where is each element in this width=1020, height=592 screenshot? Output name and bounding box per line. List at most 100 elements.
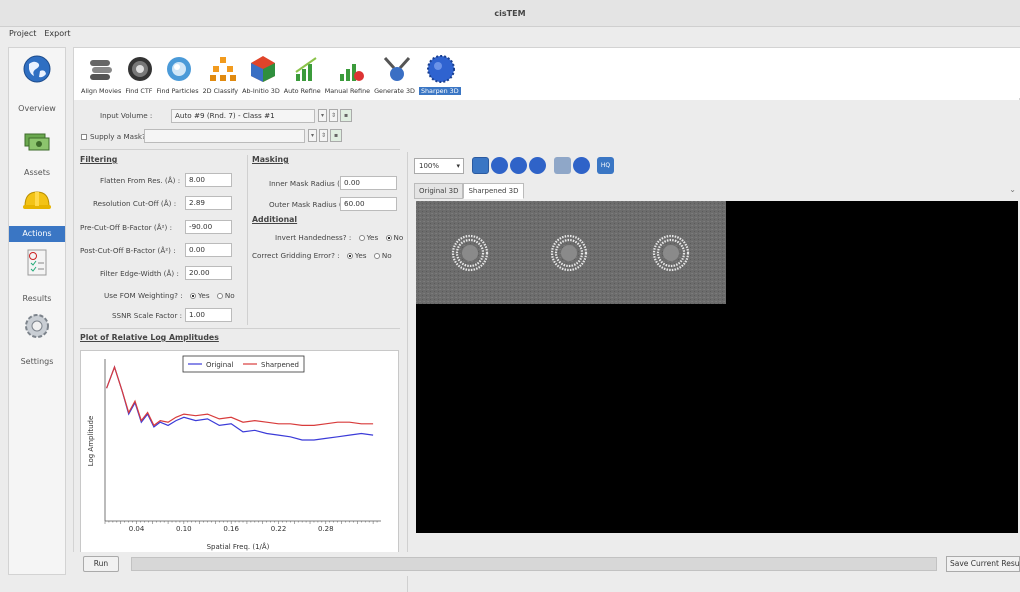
post-bfactor-label: Post-Cut-Off B-Factor (Å²) : (80, 246, 176, 255)
input-volume-label: Input Volume : (100, 111, 153, 120)
divider (80, 149, 400, 150)
invert-contrast-icon[interactable] (573, 157, 590, 174)
ab-initio-3d-icon[interactable] (248, 54, 278, 84)
hq-icon[interactable]: HQ (597, 157, 614, 174)
chevron-down-icon: ▾ (456, 162, 460, 170)
x-tick-label: 0.22 (271, 525, 287, 533)
amplitude-plot: 0.04 0.10 0.16 0.22 0.28 Spatial Freq. (1/Å)… (80, 350, 399, 576)
find-particles-icon[interactable] (164, 54, 194, 84)
series-line-original (106, 365, 374, 441)
tool-find-ctf[interactable]: Find CTF (125, 87, 152, 95)
overview-icon (23, 55, 51, 83)
action-toolbar: Align Movies Find CTF Find Particles 2D Cla… (74, 48, 1020, 98)
pre-bfactor-input[interactable]: -90.00 (185, 220, 232, 234)
menu-export[interactable]: Export (44, 27, 70, 43)
mask-open-icon[interactable]: ▪ (330, 129, 342, 142)
zoom-out-icon[interactable] (491, 157, 508, 174)
gridding-yes-label: Yes (354, 251, 367, 260)
zoom-select[interactable]: 100% ▾ (414, 158, 464, 174)
mask-dropdown[interactable]: ▾ (308, 129, 317, 142)
generate-3d-icon[interactable] (382, 54, 412, 84)
zoom-in-icon[interactable] (472, 157, 489, 174)
fom-yes-radio[interactable] (189, 293, 196, 299)
auto-refine-icon[interactable] (292, 54, 322, 84)
menu-project[interactable]: Project (9, 27, 36, 43)
input-volume-spin[interactable]: ⇕ (329, 109, 338, 122)
post-bfactor-input[interactable]: 0.00 (185, 243, 232, 257)
save-result-button[interactable]: Save Current Result (946, 556, 1020, 572)
tool-labels: Align Movies Find CTF Find Particles 2D Cla… (81, 87, 465, 98)
input-volume-open-icon[interactable]: ▪ (340, 109, 352, 122)
assets-icon (24, 133, 50, 151)
actions-icon (23, 191, 51, 209)
input-volume-select[interactable]: Auto #9 (Rnd. 7) - Class #1 (171, 109, 315, 123)
outer-mask-input[interactable]: 60.00 (340, 197, 397, 211)
divider (80, 328, 400, 329)
histogram-icon[interactable] (554, 157, 571, 174)
gridding-no-radio[interactable] (373, 253, 380, 259)
inner-mask-input[interactable]: 0.00 (340, 176, 397, 190)
next-icon[interactable] (529, 157, 546, 174)
chart-legend: Original Sharpened (182, 355, 305, 373)
gridding-yes-radio[interactable] (346, 253, 353, 259)
invert-no-radio[interactable] (385, 235, 392, 241)
tool-generate-3d[interactable]: Generate 3D (374, 87, 415, 95)
chevron-down-icon[interactable]: ⌄ (1009, 185, 1016, 194)
tool-manual-refine[interactable]: Manual Refine (325, 87, 370, 95)
tool-ab-initio-3d[interactable]: Ab-Initio 3D (242, 87, 280, 95)
settings-icon (25, 314, 49, 338)
sharpen-3d-icon[interactable] (426, 54, 456, 84)
tab-original-3d[interactable]: Original 3D (414, 183, 464, 199)
volume-viewer: 100% ▾ HQ Original 3D Sharpened 3D ⌄ (414, 157, 1018, 541)
gridding-label: Correct Gridding Error? : (252, 251, 340, 260)
pre-bfactor-label: Pre-Cut-Off B-Factor (Å²) : (80, 223, 173, 232)
fom-no-radio[interactable] (216, 293, 223, 299)
tool-align-movies[interactable]: Align Movies (81, 87, 121, 95)
tool-auto-refine[interactable]: Auto Refine (284, 87, 321, 95)
resolution-cutoff-input[interactable]: 2.89 (185, 196, 232, 210)
tab-sharpened-3d[interactable]: Sharpened 3D (463, 183, 524, 199)
fom-no-label: No (224, 291, 235, 300)
x-tick-label: 0.10 (176, 525, 192, 533)
tool-sharpen-3d[interactable]: Sharpen 3D (418, 87, 461, 95)
volume-canvas[interactable] (416, 201, 1018, 533)
volume-slices (416, 201, 726, 304)
legend-original: Original (206, 361, 233, 369)
legend-sharpened: Sharpened (261, 361, 299, 369)
window-title: cisTEM (0, 0, 1020, 27)
resolution-cutoff-label: Resolution Cut-Off (Å) : (93, 199, 177, 208)
nav-actions-label: Actions (9, 226, 65, 242)
supply-mask-checkbox[interactable] (81, 134, 87, 140)
gridding-row: Correct Gridding Error? : Yes No (252, 251, 392, 260)
tool-2d-classify[interactable]: 2D Classify (203, 87, 239, 95)
ssnr-label: SSNR Scale Factor : (112, 311, 183, 320)
invert-yes-radio[interactable] (358, 235, 365, 241)
panel-splitter (407, 152, 408, 592)
fom-label: Use FOM Weighting? : (104, 291, 183, 300)
run-button[interactable]: Run (83, 556, 119, 572)
align-movies-icon[interactable] (86, 54, 116, 84)
edge-width-input[interactable]: 20.00 (185, 266, 232, 280)
invert-yes-label: Yes (366, 233, 379, 242)
mask-select[interactable] (144, 129, 305, 143)
series-line-sharpened (106, 365, 374, 427)
fom-row: Use FOM Weighting? : Yes No (104, 291, 235, 300)
nav-settings-label: Settings (20, 357, 54, 366)
ssnr-input[interactable]: 1.00 (185, 308, 232, 322)
nav-results-label: Results (22, 294, 52, 303)
x-tick-label: 0.04 (129, 525, 145, 533)
flatten-input[interactable]: 8.00 (185, 173, 232, 187)
gridding-no-label: No (381, 251, 392, 260)
y-axis-label: Log Amplitude (87, 416, 95, 467)
mask-spin[interactable]: ⇕ (319, 129, 328, 142)
2d-classify-icon[interactable] (208, 54, 238, 84)
input-volume-dropdown[interactable]: ▾ (318, 109, 327, 122)
find-ctf-icon[interactable] (125, 54, 155, 84)
x-tick-label: 0.16 (223, 525, 239, 533)
tool-find-particles[interactable]: Find Particles (156, 87, 198, 95)
manual-refine-icon[interactable] (336, 54, 366, 84)
supply-mask-row[interactable]: Supply a Mask? : (81, 132, 151, 141)
previous-icon[interactable] (510, 157, 527, 174)
column-divider (247, 155, 248, 325)
main-area: Align Movies Find CTF Find Particles 2D Cla… (73, 47, 1020, 592)
